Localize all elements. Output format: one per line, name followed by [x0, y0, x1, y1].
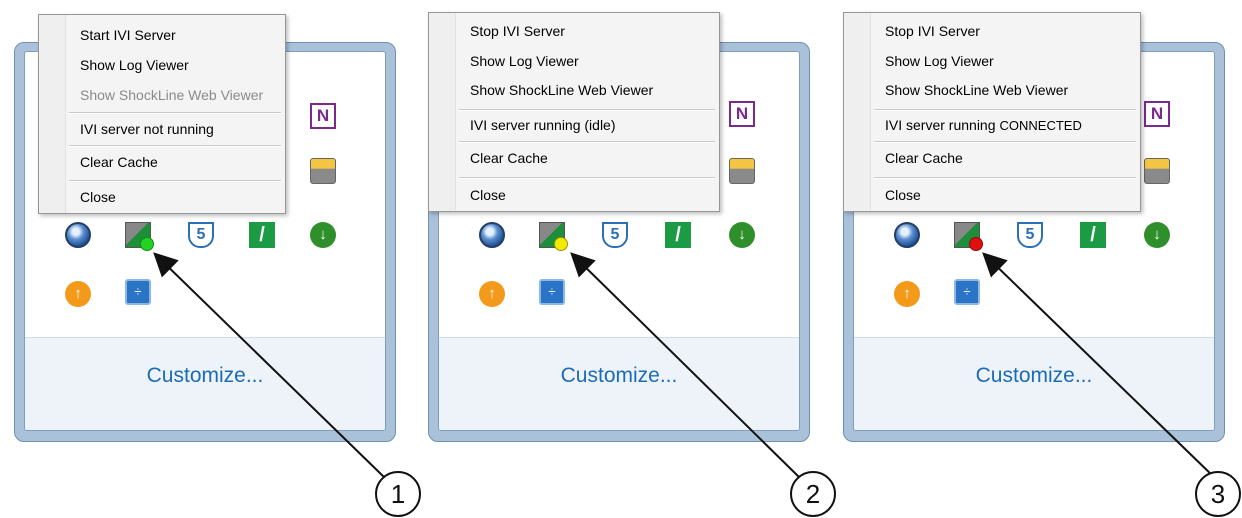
download-icon[interactable]: ↓: [729, 222, 755, 248]
customize-link[interactable]: Customize...: [854, 364, 1214, 388]
ie-icon[interactable]: [479, 222, 505, 248]
calculator-icon[interactable]: ÷: [539, 279, 565, 305]
clear-cache-item[interactable]: Clear Cache: [885, 150, 963, 166]
callout-2: 2: [790, 471, 836, 517]
show-log-viewer-item[interactable]: Show Log Viewer: [80, 57, 189, 73]
menu-separator: [874, 109, 1136, 111]
ie-icon[interactable]: [894, 222, 920, 248]
menu-gutter: [429, 13, 456, 211]
show-shockline-web-viewer-item: Show ShockLine Web Viewer: [80, 87, 264, 103]
start-ivi-server-item[interactable]: Start IVI Server: [80, 27, 176, 43]
context-menu: Start IVI Server Show Log Viewer Show Sh…: [38, 14, 286, 214]
close-item[interactable]: Close: [470, 187, 506, 203]
show-shockline-web-viewer-item[interactable]: Show ShockLine Web Viewer: [470, 82, 653, 98]
ivi-status-item: IVI server running CONNECTED: [885, 117, 1082, 133]
s5-shield-icon[interactable]: 5: [1017, 222, 1043, 248]
menu-separator: [459, 177, 715, 179]
status-dot: [554, 237, 568, 251]
show-log-viewer-item[interactable]: Show Log Viewer: [470, 53, 579, 69]
context-menu: Stop IVI Server Show Log Viewer Show Sho…: [843, 12, 1141, 212]
status-dot: [140, 237, 154, 251]
update-icon[interactable]: ↑: [479, 281, 505, 307]
menu-separator: [69, 145, 281, 147]
update-icon[interactable]: ↑: [894, 281, 920, 307]
show-shockline-web-viewer-item[interactable]: Show ShockLine Web Viewer: [885, 82, 1068, 98]
z-app-icon[interactable]: /: [1080, 222, 1106, 248]
ie-icon[interactable]: [65, 222, 91, 248]
s5-shield-icon[interactable]: 5: [188, 222, 214, 248]
panel-2: N 5 / ↓ ↑ ÷ Customize... Stop IVI Server…: [428, 0, 810, 444]
tray-footer: Customize...: [25, 337, 385, 430]
callout-3: 3: [1195, 471, 1241, 517]
calculator-icon[interactable]: ÷: [125, 279, 151, 305]
context-menu: Stop IVI Server Show Log Viewer Show Sho…: [428, 12, 720, 212]
close-item[interactable]: Close: [80, 189, 116, 205]
menu-separator: [69, 180, 281, 182]
menu-separator: [459, 109, 715, 111]
panel-3: N 5 / ↓ ↑ ÷ Customize... Stop IVI Server…: [843, 0, 1225, 444]
customize-link[interactable]: Customize...: [25, 364, 385, 388]
calculator-icon[interactable]: ÷: [954, 279, 980, 305]
ivi-status-item: IVI server running (idle): [470, 117, 620, 133]
tray-footer: Customize...: [854, 337, 1214, 430]
stop-ivi-server-item[interactable]: Stop IVI Server: [470, 23, 565, 39]
menu-separator: [874, 141, 1136, 143]
onenote-icon[interactable]: N: [310, 103, 336, 129]
z-app-icon[interactable]: /: [665, 222, 691, 248]
z-app-icon[interactable]: /: [249, 222, 275, 248]
clear-cache-item[interactable]: Clear Cache: [470, 150, 548, 166]
stop-ivi-server-item[interactable]: Stop IVI Server: [885, 23, 980, 39]
printer-icon[interactable]: [310, 158, 336, 184]
ivi-status-label: IVI server running: [885, 117, 996, 133]
s5-shield-icon[interactable]: 5: [602, 222, 628, 248]
menu-separator: [874, 177, 1136, 179]
printer-icon[interactable]: [729, 158, 755, 184]
ivi-server-icon[interactable]: [125, 222, 154, 251]
tray-footer: Customize...: [439, 337, 799, 430]
customize-link[interactable]: Customize...: [439, 364, 799, 388]
show-log-viewer-item[interactable]: Show Log Viewer: [885, 53, 994, 69]
printer-icon[interactable]: [1144, 158, 1170, 184]
download-icon[interactable]: ↓: [1144, 222, 1170, 248]
clear-cache-item[interactable]: Clear Cache: [80, 154, 158, 170]
menu-separator: [459, 141, 715, 143]
menu-separator: [69, 112, 281, 114]
callout-1: 1: [375, 471, 421, 517]
ivi-server-icon[interactable]: [539, 222, 568, 251]
menu-gutter: [844, 13, 871, 211]
menu-gutter: [39, 15, 66, 213]
ivi-status-label: IVI server running (idle): [470, 117, 616, 133]
ivi-status-label: IVI server not running: [80, 121, 214, 137]
update-icon[interactable]: ↑: [65, 281, 91, 307]
ivi-status-item: IVI server not running: [80, 121, 218, 137]
onenote-icon[interactable]: N: [1144, 101, 1170, 127]
close-item[interactable]: Close: [885, 187, 921, 203]
panel-1: N 5 / ↓ ↑ ÷ Customize... Start IVI Serve…: [14, 0, 396, 444]
ivi-status-extra: CONNECTED: [999, 118, 1082, 133]
ivi-server-icon[interactable]: [954, 222, 983, 251]
onenote-icon[interactable]: N: [729, 101, 755, 127]
status-dot: [969, 237, 983, 251]
download-icon[interactable]: ↓: [310, 222, 336, 248]
